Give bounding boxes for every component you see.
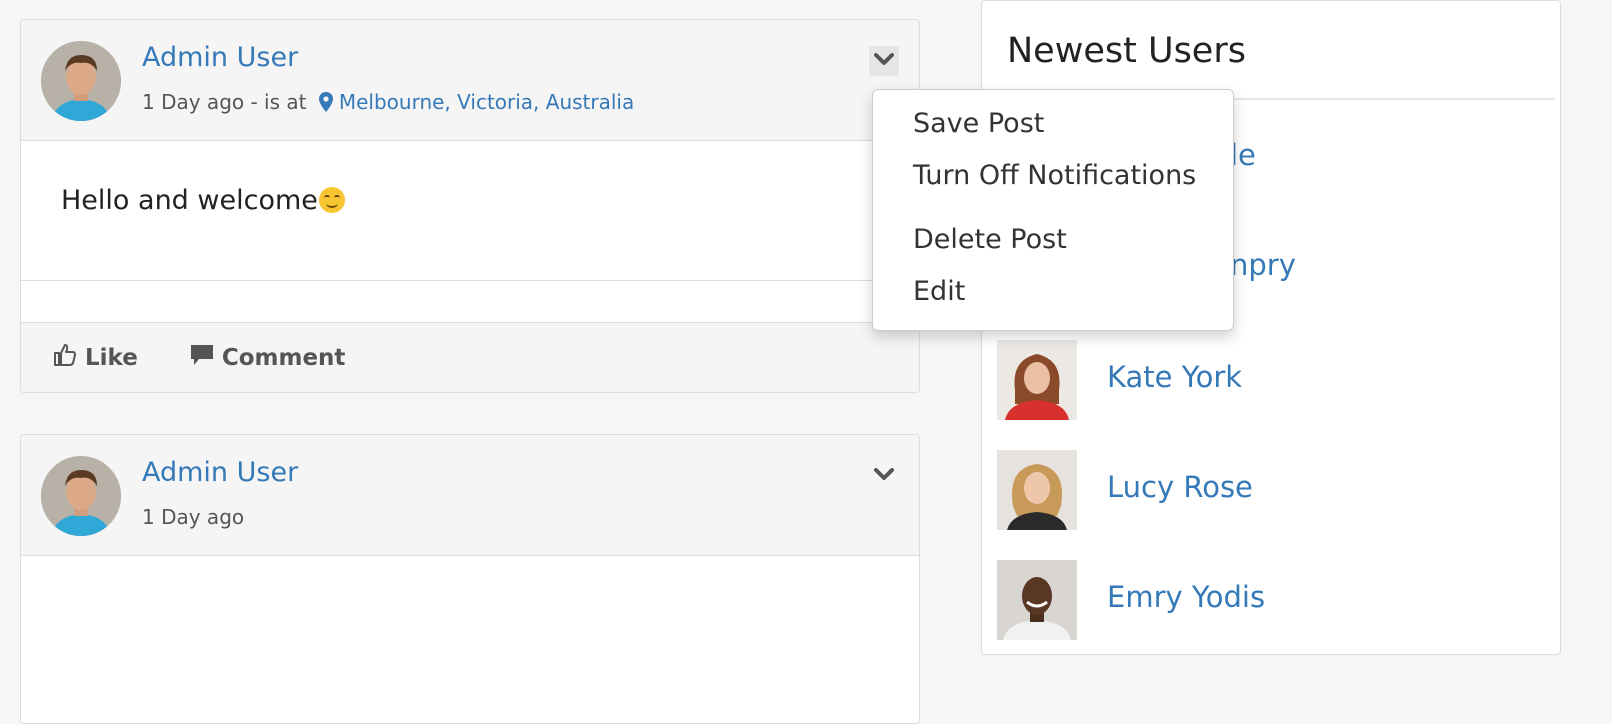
post-card: Admin User 1 Day ago — [20, 434, 920, 724]
menu-item-save-post[interactable]: Save Post — [913, 108, 1044, 139]
comment-icon — [190, 344, 222, 372]
post-meta: 1 Day ago — [142, 505, 244, 529]
user-name-link[interactable]: Emry Yodis — [1107, 580, 1265, 614]
author-avatar[interactable] — [41, 41, 121, 121]
like-button[interactable]: Like — [53, 343, 138, 373]
map-pin-icon — [318, 92, 333, 117]
comment-label: Comment — [221, 345, 346, 371]
comment-button[interactable]: Comment — [190, 344, 346, 372]
chevron-down-icon — [874, 52, 894, 71]
post-meta: 1 Day ago - is at Melbourne, Victoria, A… — [142, 90, 634, 117]
user-name-link[interactable]: Lucy Rose — [1107, 470, 1253, 504]
post-text: Hello and welcome — [61, 185, 318, 216]
author-name-link[interactable]: Admin User — [142, 42, 298, 73]
location-link[interactable]: Melbourne, Victoria, Australia — [339, 90, 634, 114]
user-photo[interactable] — [997, 560, 1077, 640]
chevron-down-icon — [874, 467, 894, 486]
post-actions: Like Comment — [21, 323, 919, 392]
user-name-link[interactable]: npry — [1230, 248, 1296, 282]
post-options-toggle[interactable] — [869, 461, 899, 491]
post-divider — [21, 281, 919, 323]
menu-item-turn-off-notifications[interactable]: Turn Off Notifications — [913, 160, 1196, 191]
user-photo[interactable] — [997, 450, 1077, 530]
user-name-link[interactable]: Kate York — [1107, 360, 1242, 394]
location-prefix: - is at — [244, 90, 313, 114]
post-options-menu: Save Post Turn Off Notifications Delete … — [872, 89, 1234, 331]
author-name-link[interactable]: Admin User — [142, 457, 298, 488]
menu-item-edit[interactable]: Edit — [913, 276, 965, 307]
author-avatar[interactable] — [41, 456, 121, 536]
post-body: Hello and welcome — [21, 141, 919, 281]
menu-item-delete-post[interactable]: Delete Post — [913, 224, 1067, 255]
panel-title: Newest Users — [1007, 31, 1246, 71]
post-header: Admin User 1 Day ago - is at Melbourne, … — [21, 20, 919, 141]
post-time: 1 Day ago — [142, 90, 245, 114]
post-header: Admin User 1 Day ago — [21, 435, 919, 556]
post-card: Admin User 1 Day ago - is at Melbourne, … — [20, 19, 920, 393]
smiley-emoji-icon — [318, 187, 345, 213]
user-photo[interactable] — [997, 340, 1077, 420]
post-time: 1 Day ago — [142, 505, 245, 529]
like-label: Like — [85, 345, 138, 371]
post-options-toggle[interactable] — [869, 46, 899, 76]
thumbs-up-icon — [53, 343, 85, 373]
